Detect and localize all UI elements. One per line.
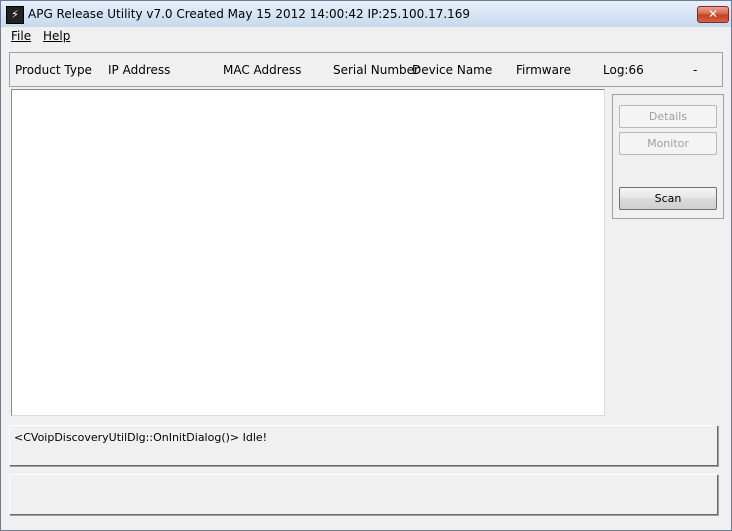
menu-file-label: File bbox=[11, 29, 32, 43]
menu-file[interactable]: File bbox=[11, 29, 31, 43]
column-header-firmware[interactable]: Firmware bbox=[516, 63, 571, 77]
column-header-serial-number[interactable]: Serial Number bbox=[333, 63, 419, 77]
close-button[interactable]: ✕ bbox=[697, 6, 729, 23]
column-header-log[interactable]: Log:66 bbox=[603, 63, 644, 77]
monitor-button[interactable]: Monitor bbox=[619, 132, 717, 155]
secondary-status-panel bbox=[9, 474, 719, 516]
scan-button[interactable]: Scan bbox=[619, 187, 717, 210]
column-header-ip-address[interactable]: IP Address bbox=[108, 63, 170, 77]
status-panel: <CVoipDiscoveryUtilDlg::OnInitDialog()> … bbox=[9, 425, 719, 467]
menu-bar: File Help bbox=[1, 27, 731, 46]
device-list[interactable] bbox=[11, 89, 605, 416]
window-title: APG Release Utility v7.0 Created May 15 … bbox=[28, 7, 471, 21]
column-header-mac-address[interactable]: MAC Address bbox=[223, 63, 301, 77]
app-icon[interactable]: ⚡ bbox=[6, 6, 24, 24]
action-button-group: Details Monitor Scan bbox=[612, 94, 724, 219]
column-header-extra[interactable]: - bbox=[693, 63, 697, 77]
column-header-device-name[interactable]: Device Name bbox=[412, 63, 492, 77]
menu-help[interactable]: Help bbox=[43, 29, 70, 43]
column-header-product-type[interactable]: Product Type bbox=[15, 63, 92, 77]
details-button[interactable]: Details bbox=[619, 105, 717, 128]
title-bar[interactable]: ⚡ APG Release Utility v7.0 Created May 1… bbox=[1, 1, 731, 28]
close-icon: ✕ bbox=[707, 7, 719, 21]
column-header-bar: Product Type IP Address MAC Address Seri… bbox=[9, 52, 723, 87]
status-text: <CVoipDiscoveryUtilDlg::OnInitDialog()> … bbox=[14, 431, 268, 444]
app-window: ⚡ APG Release Utility v7.0 Created May 1… bbox=[0, 0, 732, 531]
menu-help-label: Help bbox=[43, 29, 71, 43]
